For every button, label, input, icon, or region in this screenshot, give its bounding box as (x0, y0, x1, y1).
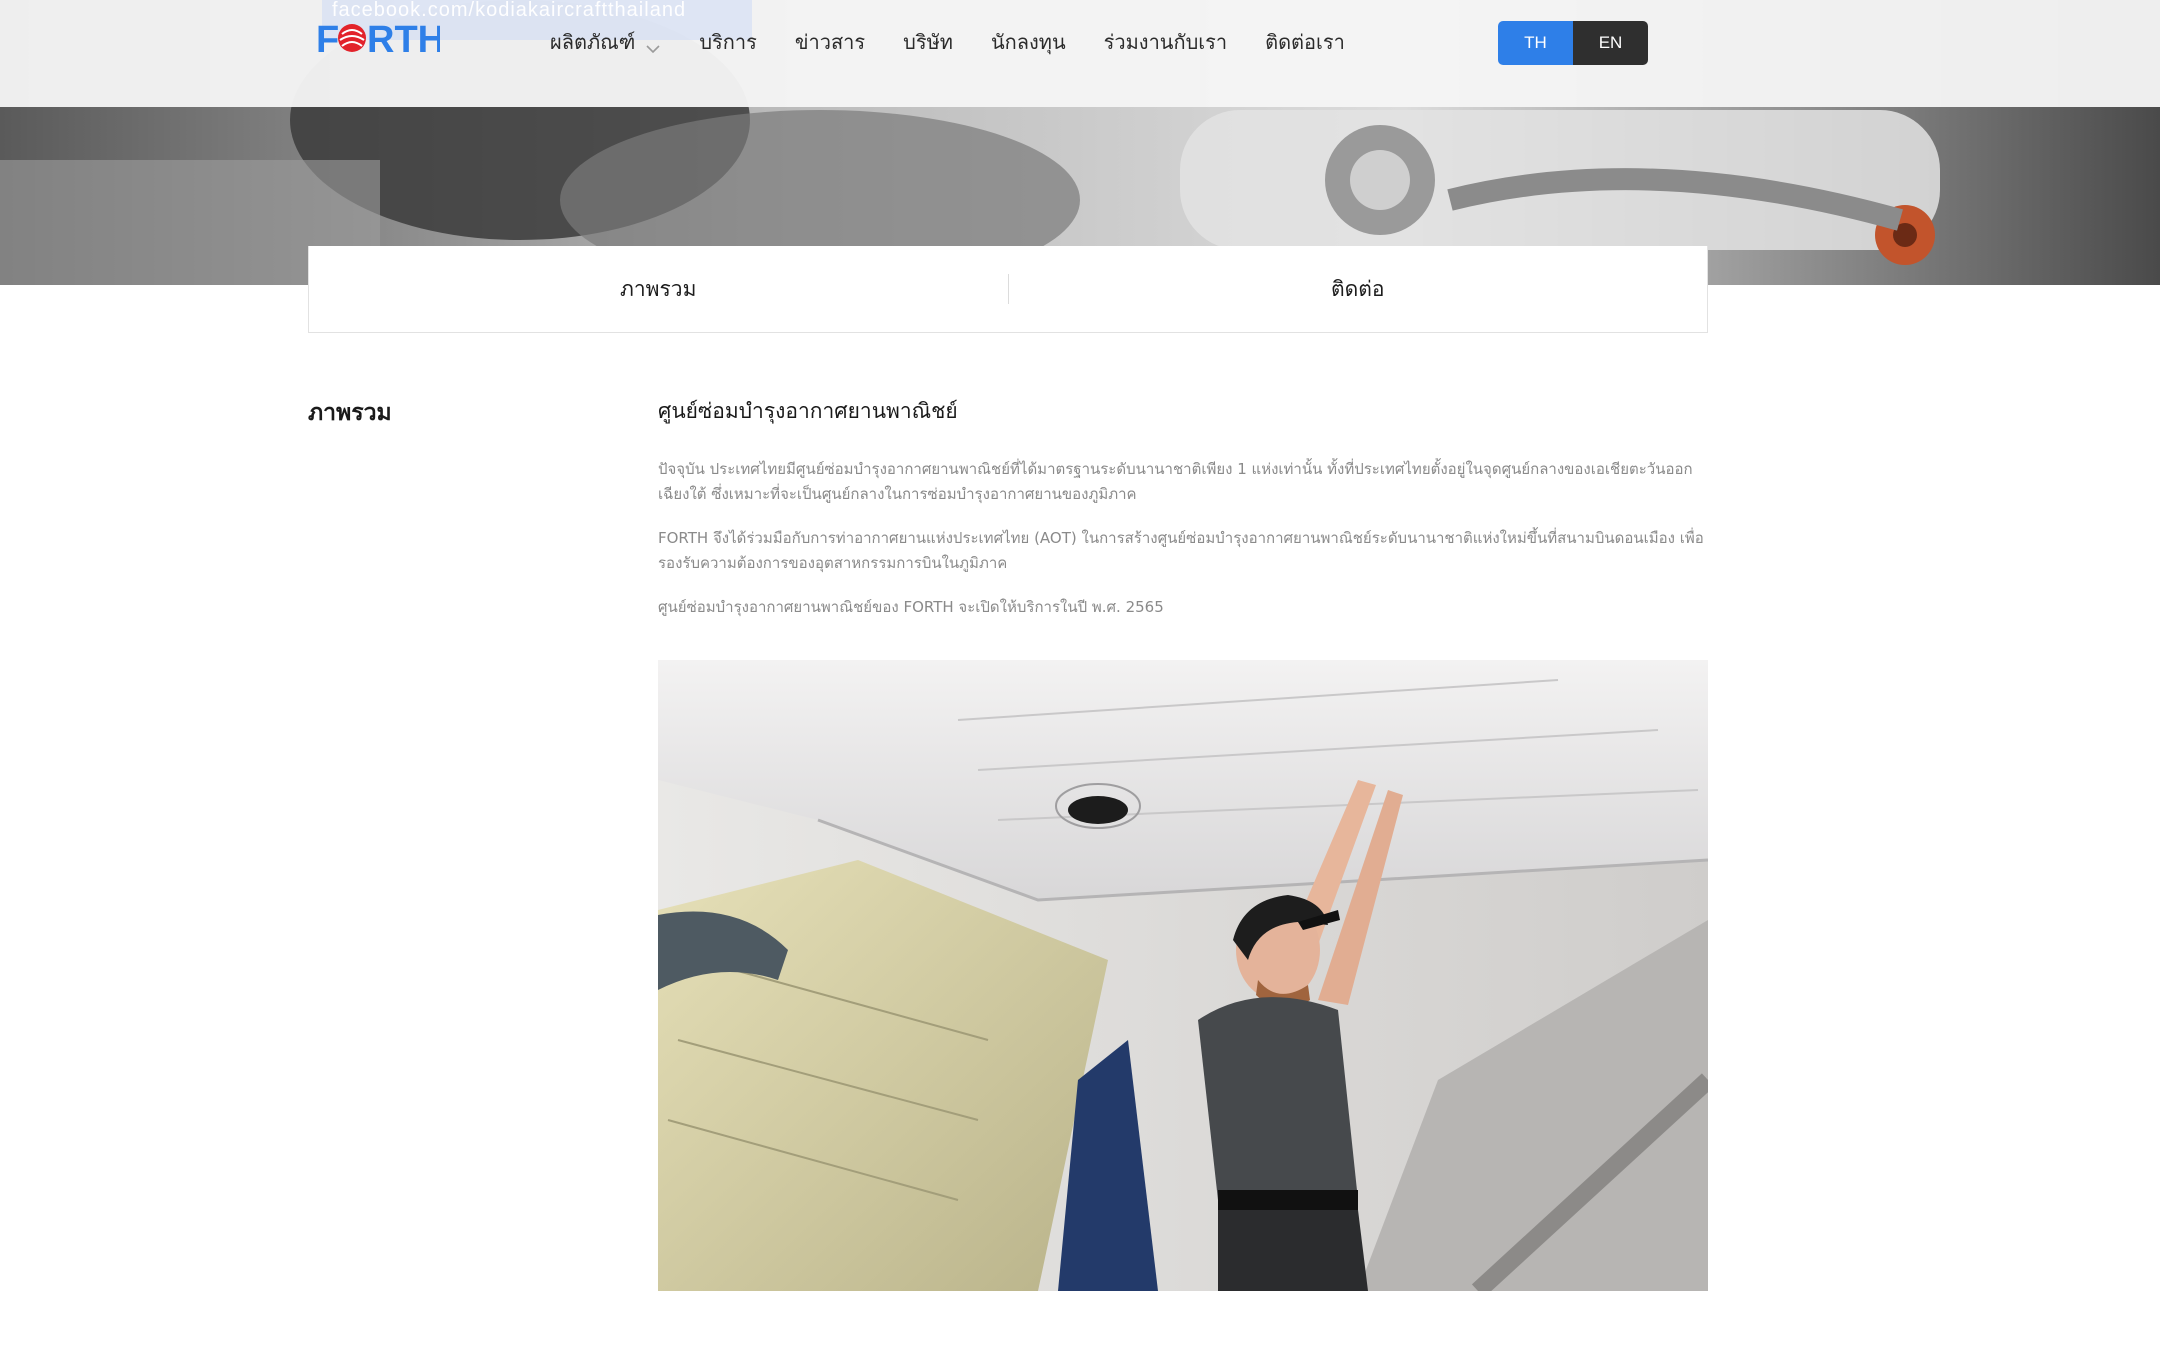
forth-logo[interactable]: F RTH (316, 16, 440, 58)
section-tabs: ภาพรวม ติดต่อ (308, 246, 1708, 333)
nav-item-label: บริษัท (903, 30, 953, 54)
main-nav: ผลิตภัณฑ์ บริการ ข่าวสาร บริษัท นักลงทุน… (550, 26, 1383, 58)
nav-item-investors[interactable]: นักลงทุน (991, 26, 1066, 58)
lang-en-button[interactable]: EN (1573, 21, 1648, 65)
tab-overview[interactable]: ภาพรวม (309, 246, 1008, 332)
nav-item-services[interactable]: บริการ (699, 26, 757, 58)
paragraph: ปัจจุบัน ประเทศไทยมีศูนย์ซ่อมบำรุงอากาศย… (658, 460, 1693, 503)
nav-item-contact[interactable]: ติดต่อเรา (1265, 26, 1345, 58)
nav-item-label: ร่วมงานกับเรา (1103, 30, 1228, 54)
content-title: ศูนย์ซ่อมบำรุงอากาศยานพาณิชย์ (658, 399, 958, 423)
nav-item-products[interactable]: ผลิตภัณฑ์ (550, 26, 661, 58)
tab-contact[interactable]: ติดต่อ (1009, 246, 1708, 332)
nav-item-label: นักลงทุน (990, 30, 1066, 54)
paragraph: ศูนย์ซ่อมบำรุงอากาศยานพาณิชย์ของ FORTH จ… (658, 598, 1164, 616)
chevron-down-icon (645, 34, 661, 54)
nav-item-company[interactable]: บริษัท (903, 26, 953, 58)
section-heading: ภาพรวม (308, 400, 392, 426)
nav-item-label: บริการ (699, 30, 757, 54)
overview-content: ศูนย์ซ่อมบำรุงอากาศยานพาณิชย์ ปัจจุบัน ป… (658, 395, 1708, 639)
svg-text:F: F (316, 19, 339, 58)
lang-th-button[interactable]: TH (1498, 21, 1573, 65)
nav-item-label: ติดต่อเรา (1265, 30, 1345, 54)
nav-item-news[interactable]: ข่าวสาร (795, 26, 865, 58)
paragraph: FORTH จึงได้ร่วมมือกับการท่าอากาศยานแห่ง… (658, 529, 1704, 572)
nav-item-careers[interactable]: ร่วมงานกับเรา (1104, 26, 1227, 58)
nav-item-label: ผลิตภัณฑ์ (550, 30, 636, 54)
svg-text:RTH: RTH (367, 19, 440, 58)
aircraft-maintenance-photo (658, 660, 1708, 1291)
nav-item-label: ข่าวสาร (794, 30, 866, 54)
site-header: facebook.com/kodiakaircraftthailand F RT… (0, 0, 2160, 107)
language-switcher: TH EN (1498, 21, 1648, 65)
